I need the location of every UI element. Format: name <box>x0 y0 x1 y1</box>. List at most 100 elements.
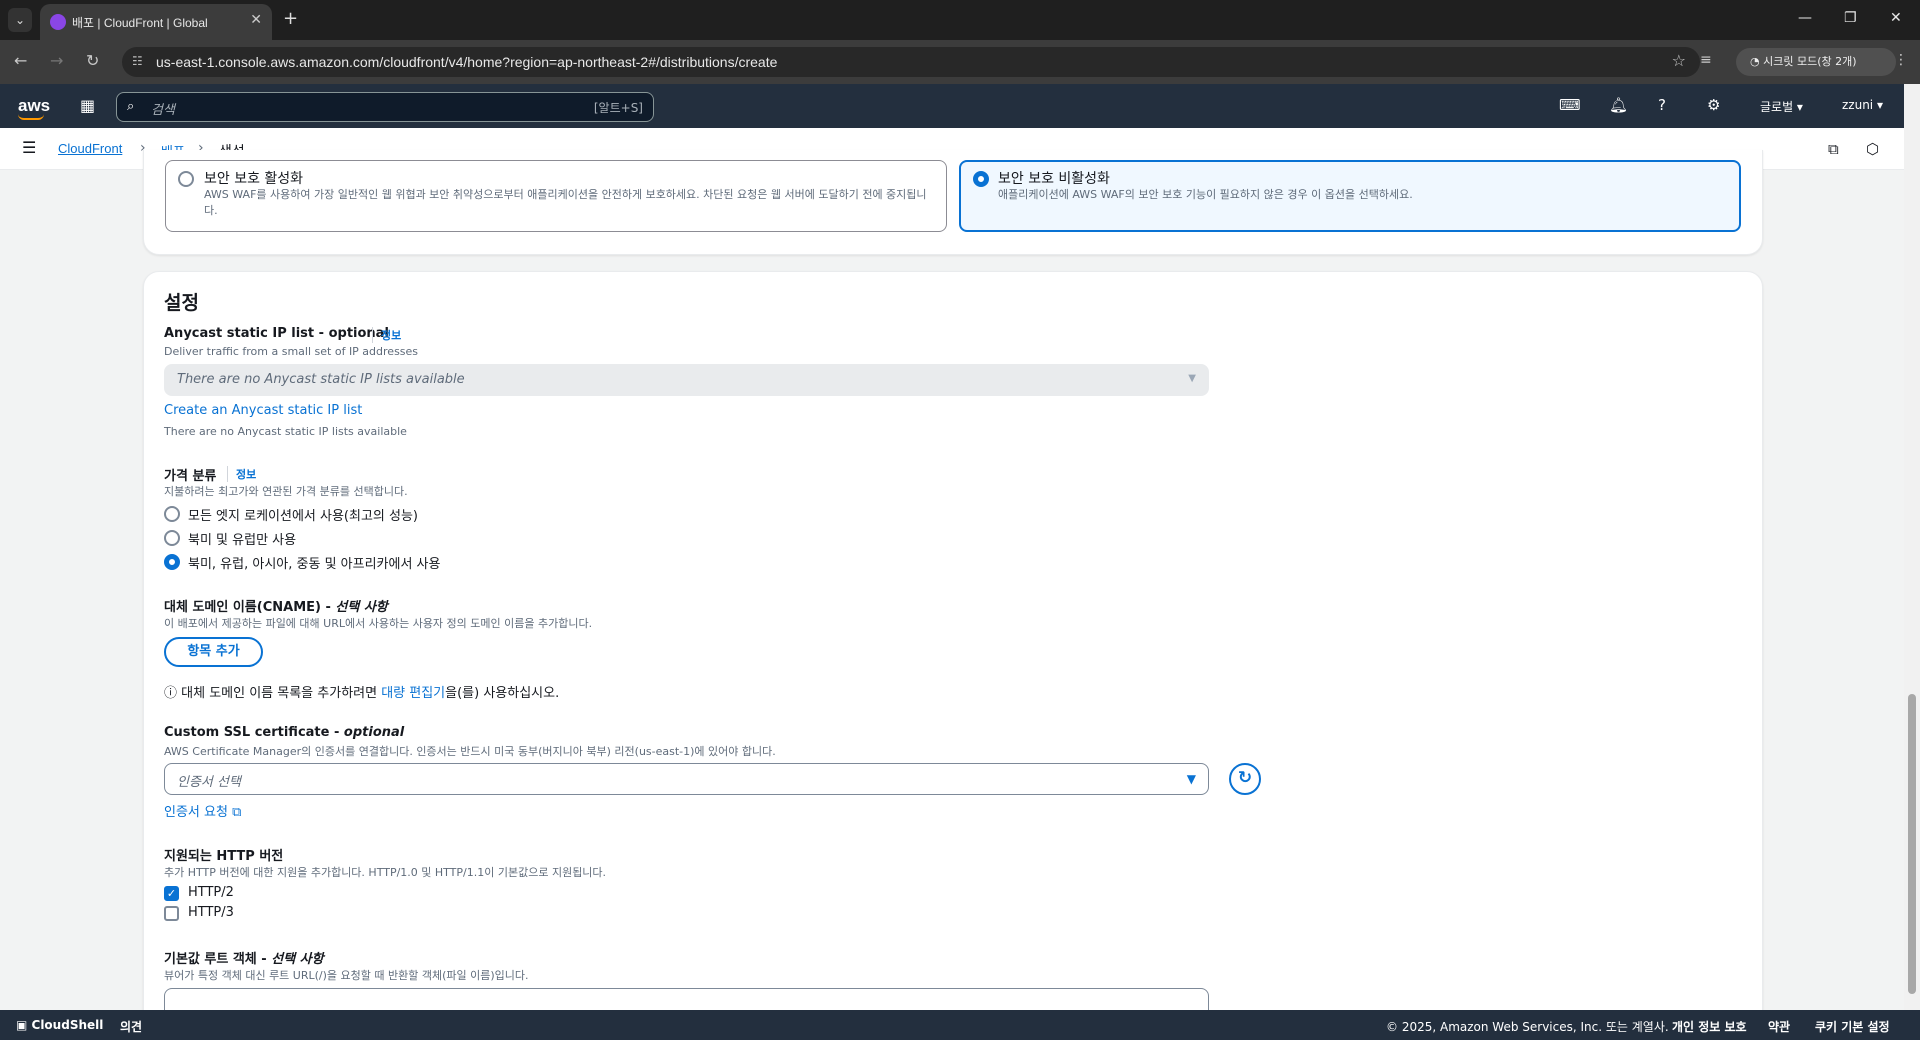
bookmark-star-icon[interactable]: ☆ <box>1672 51 1686 70</box>
split-panel-icon[interactable]: ⧉ <box>1828 140 1839 158</box>
close-tab-icon[interactable]: ✕ <box>250 12 262 28</box>
cookie-preferences-link[interactable]: 쿠키 기본 설정 <box>1815 1018 1890 1035</box>
refresh-certificates-button[interactable]: ↻ <box>1229 763 1261 795</box>
security-enable-tile[interactable]: 보안 보호 활성화 AWS WAF를 사용하여 가장 일반적인 웹 위협과 보안… <box>165 160 947 232</box>
radio-security-disable[interactable] <box>973 171 989 187</box>
http-versions-desc: 추가 HTTP 버전에 대한 지원을 추가합니다. HTTP/1.0 및 HTT… <box>164 866 607 879</box>
ssl-label-main: Custom SSL certificate - <box>164 725 344 740</box>
http3-label[interactable]: HTTP/3 <box>188 905 234 920</box>
checkbox-http2[interactable]: ✓ <box>164 886 179 901</box>
create-anycast-link[interactable]: Create an Anycast static IP list <box>164 403 362 418</box>
incognito-indicator[interactable]: ◔ 시크릿 모드(창 2개) <box>1736 48 1896 76</box>
copyright-text: © 2025, Amazon Web Services, Inc. 또는 계열사… <box>1386 1020 1669 1034</box>
cloudshell-footer-button[interactable]: ▣ CloudShell <box>16 1018 103 1032</box>
search-shortcut: [알트+S] <box>593 101 643 115</box>
security-enable-desc: AWS WAF를 사용하여 가장 일반적인 웹 위협과 보안 취약성으로부터 애… <box>204 188 927 217</box>
restore-icon[interactable]: ❐ <box>1844 10 1857 26</box>
caret-down-icon: ▼ <box>1186 772 1196 786</box>
radio-security-enable[interactable] <box>178 171 194 187</box>
http2-label[interactable]: HTTP/2 <box>188 885 234 900</box>
help-icon[interactable]: ? <box>1658 96 1666 114</box>
price-option-na-eu[interactable]: 북미 및 유럽만 사용 <box>188 529 296 548</box>
browser-toolbar: ← → ↻ ☷ us-east-1.console.aws.amazon.com… <box>0 40 1920 84</box>
cname-label-optional: 선택 사항 <box>335 600 388 615</box>
tab-list-chevron-icon[interactable]: ⌄ <box>8 8 32 32</box>
security-enable-title: 보안 보호 활성화 <box>204 171 304 187</box>
http-versions-label: 지원되는 HTTP 버전 <box>164 849 284 864</box>
security-disable-desc: 애플리케이션에 AWS WAF의 보안 보호 기능이 필요하지 않은 경우 이 … <box>998 188 1413 201</box>
cname-label-main: 대체 도메인 이름(CNAME) - <box>164 600 336 615</box>
checkbox-http3[interactable] <box>164 906 179 921</box>
site-info-icon[interactable]: ☷ <box>132 54 143 68</box>
certificate-select-placeholder: 인증서 선택 <box>177 775 241 790</box>
search-placeholder: 검색 <box>151 103 175 118</box>
price-class-info-link[interactable]: 정보 <box>227 466 256 482</box>
browser-tab[interactable]: 배포 | CloudFront | Global ✕ <box>40 4 272 40</box>
hamburger-menu-icon[interactable]: ☰ <box>22 138 36 157</box>
bulk-editor-link[interactable]: 대량 편집기 <box>381 686 445 701</box>
cloudshell-icon[interactable]: ⌨ <box>1559 96 1581 114</box>
gear-icon[interactable]: ⚙ <box>1707 96 1720 114</box>
browser-tab-bar: ⌄ 배포 | CloudFront | Global ✕ + — ❐ ✕ <box>0 0 1920 40</box>
cloudshell-footer-icon: ▣ <box>16 1018 32 1032</box>
root-object-label: 기본값 루트 객체 - 선택 사항 <box>164 948 324 967</box>
external-link-icon: ⧉ <box>232 805 242 820</box>
anycast-note: There are no Anycast static IP lists ava… <box>164 425 407 438</box>
radio-price-all[interactable] <box>164 506 180 522</box>
certificate-select[interactable]: 인증서 선택 ▼ <box>164 763 1209 795</box>
price-option-all[interactable]: 모든 엣지 로케이션에서 사용(최고의 성능) <box>188 505 418 524</box>
cloudshell-footer-label: CloudShell <box>31 1018 104 1032</box>
services-grid-icon[interactable]: ▦ <box>80 96 95 115</box>
cname-desc: 이 배포에서 제공하는 파일에 대해 URL에서 사용하는 사용자 정의 도메인… <box>164 617 593 630</box>
address-bar[interactable]: ☷ us-east-1.console.aws.amazon.com/cloud… <box>122 47 1700 77</box>
aws-console-header: aws ▦ ⌕ 검색 [알트+S] ⌨ 🔔︎ ? ⚙ 글로벌 ▾ zzuni ▾ <box>0 84 1920 128</box>
anycast-select-placeholder: There are no Anycast static IP lists ava… <box>177 372 465 387</box>
anycast-info-link[interactable]: 정보 <box>372 327 401 343</box>
aws-logo-smile <box>18 114 44 120</box>
new-tab-icon[interactable]: + <box>283 8 298 30</box>
radio-price-na-eu-asia[interactable] <box>164 554 180 570</box>
region-selector[interactable]: 글로벌 ▾ <box>1760 98 1803 115</box>
settings-card: 설정 Anycast static IP list - optional 정보 … <box>143 271 1763 1031</box>
caret-down-icon: ▼ <box>1188 373 1196 384</box>
security-disable-tile[interactable]: 보안 보호 비활성화 애플리케이션에 AWS WAF의 보안 보호 기능이 필요… <box>959 160 1741 232</box>
refresh-icon: ↻ <box>1237 768 1253 788</box>
info-circle-icon: ⓘ <box>164 686 182 701</box>
reload-icon[interactable]: ↻ <box>86 51 99 70</box>
root-object-label-optional: 선택 사항 <box>271 952 324 967</box>
bulk-edit-notice-post: 을(를) 사용하십시오. <box>445 686 560 701</box>
radio-price-na-eu[interactable] <box>164 530 180 546</box>
incognito-icon: ◔ <box>1750 55 1764 68</box>
minimize-icon[interactable]: — <box>1798 10 1812 26</box>
bell-icon[interactable]: 🔔︎ <box>1609 96 1628 114</box>
price-class-desc: 지불하려는 최고가와 연관된 가격 분류를 선택합니다. <box>164 485 408 498</box>
aws-logo[interactable]: aws <box>18 96 50 116</box>
root-object-label-main: 기본값 루트 객체 - <box>164 952 272 967</box>
scrollbar-thumb[interactable] <box>1908 694 1916 994</box>
page-scrollbar[interactable] <box>1904 84 1920 1010</box>
price-option-na-eu-asia[interactable]: 북미, 유럽, 아시아, 중동 및 아프리카에서 사용 <box>188 553 440 572</box>
search-input[interactable]: ⌕ 검색 [알트+S] <box>116 92 654 122</box>
tools-panel-icon[interactable]: ⬡ <box>1866 140 1879 158</box>
ssl-desc: AWS Certificate Manager의 인증서를 연결합니다. 인증서… <box>164 745 776 758</box>
reading-list-icon[interactable]: ≡ <box>1700 52 1712 68</box>
back-icon[interactable]: ← <box>14 51 27 70</box>
forward-icon[interactable]: → <box>50 51 63 70</box>
ssl-label-optional: optional <box>343 725 405 740</box>
close-window-icon[interactable]: ✕ <box>1890 10 1902 26</box>
feedback-link[interactable]: 의견 <box>120 1018 142 1035</box>
incognito-label: 시크릿 모드(창 2개) <box>1763 55 1857 68</box>
account-menu[interactable]: zzuni ▾ <box>1842 98 1883 112</box>
add-item-button[interactable]: 항목 추가 <box>164 637 263 667</box>
request-certificate-link[interactable]: 인증서 요청 ⧉ <box>164 801 241 820</box>
chrome-menu-icon[interactable]: ⋮ <box>1894 52 1908 68</box>
anycast-select: There are no Anycast static IP lists ava… <box>164 364 1209 396</box>
ssl-label: Custom SSL certificate - optional <box>164 725 404 740</box>
anycast-label: Anycast static IP list - optional <box>164 326 389 341</box>
privacy-link[interactable]: 개인 정보 보호 <box>1672 1018 1747 1035</box>
breadcrumb-cloudfront[interactable]: CloudFront <box>58 141 122 156</box>
terms-link[interactable]: 약관 <box>1768 1018 1790 1035</box>
tab-title: 배포 | CloudFront | Global <box>72 16 208 30</box>
cloudfront-favicon-icon <box>50 14 66 30</box>
bulk-edit-notice: ⓘ 대체 도메인 이름 목록을 추가하려면 대량 편집기을(를) 사용하십시오. <box>164 682 559 701</box>
